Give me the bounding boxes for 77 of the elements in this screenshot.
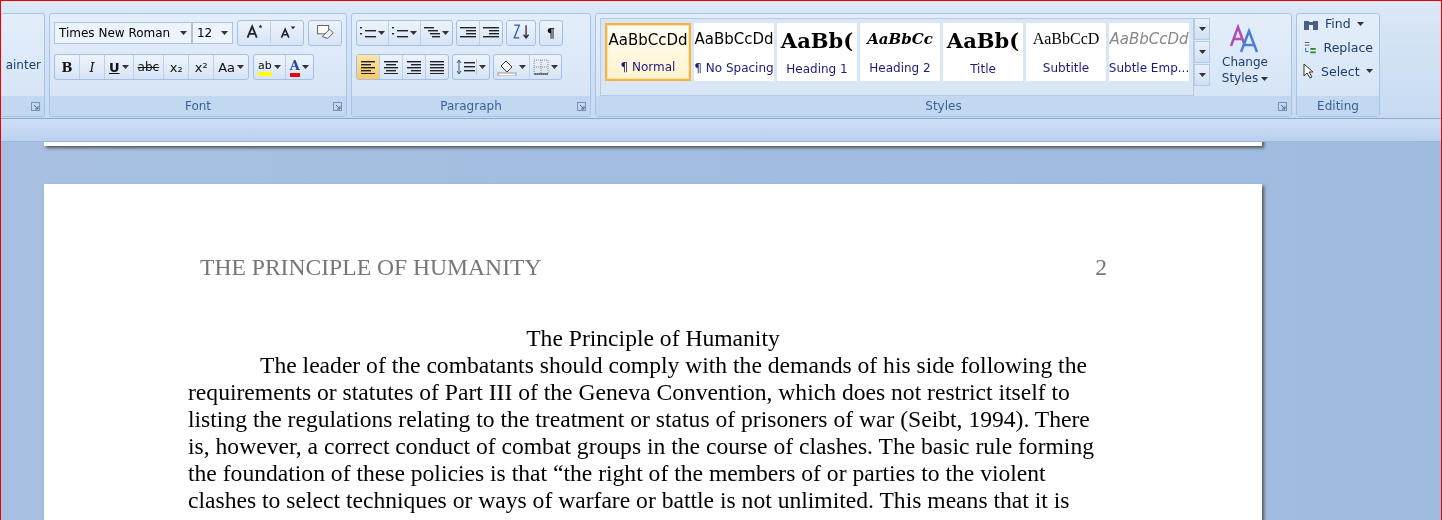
- group-label: Font: [184, 99, 212, 113]
- case-button[interactable]: Aa: [214, 55, 248, 79]
- strike-button[interactable]: abc: [133, 55, 165, 79]
- decrease-indent-icon: [460, 26, 476, 40]
- style-option[interactable]: AaBbCc Heading 2: [860, 23, 940, 81]
- replace-button[interactable]: Replace: [1303, 39, 1373, 55]
- paint-bucket-icon: [497, 58, 517, 76]
- dialog-launcher-icon[interactable]: [31, 102, 40, 111]
- dropdown-arrow-icon[interactable]: [179, 31, 187, 35]
- pointer-icon: [1303, 63, 1315, 79]
- bold-button[interactable]: B: [55, 55, 80, 79]
- style-option[interactable]: AaBb( Heading 1: [777, 23, 857, 81]
- align-left-icon: [360, 60, 376, 74]
- group-label: Styles: [925, 99, 962, 113]
- numbering-button[interactable]: [389, 21, 421, 45]
- group-label: Paragraph: [440, 99, 502, 113]
- line-spacing-button[interactable]: [452, 54, 490, 80]
- align-center-icon: [383, 60, 399, 74]
- select-button[interactable]: Select: [1303, 63, 1373, 79]
- change-styles-button[interactable]: Change Styles: [1210, 18, 1276, 96]
- dropdown-arrow-icon[interactable]: [479, 65, 486, 69]
- body-paragraph: The leader of the combatants should comply with the demands of his side following the requirements or statutes of Part III of the Geneva Convention, which does not restrict itself to listing the regulations relating to the treatment or status of prisoners of war (Seibt, 1994). There is, however, a correct conduct of combat groups in the course of clashes. The basic rule forming the foundation of these policies is that “the right of the members of or parties to the violent clashes to select techniques or ways of warfare or battle is not unlimited. This means that it is: [188, 352, 1096, 514]
- dropdown-arrow-icon[interactable]: [378, 31, 385, 35]
- numbered-list-icon: [392, 26, 408, 40]
- scroll-down-button[interactable]: [1194, 41, 1210, 63]
- bullet-list-icon: [360, 26, 376, 40]
- letters-a-icon: [1229, 24, 1261, 54]
- document-title: The Principle of Humanity: [525, 325, 781, 352]
- replace-icon: [1303, 39, 1318, 55]
- group-label: Editing: [1317, 99, 1359, 113]
- style-option[interactable]: AaBbCcDd Subtle Emp...: [1109, 23, 1189, 81]
- running-header: THE PRINCIPLE OF HUMANITY: [200, 254, 542, 281]
- sort-button[interactable]: [506, 20, 536, 46]
- dialog-launcher-icon[interactable]: [577, 102, 586, 111]
- dropdown-arrow-icon[interactable]: [410, 31, 417, 35]
- highlight-button[interactable]: ab: [254, 55, 286, 79]
- dropdown-arrow-icon[interactable]: [237, 65, 244, 69]
- line-spacing-icon: [456, 59, 477, 75]
- shading-button[interactable]: [494, 55, 530, 79]
- dialog-launcher-icon[interactable]: [333, 102, 342, 111]
- font-size-field[interactable]: 12: [191, 22, 233, 44]
- dropdown-arrow-icon[interactable]: [301, 65, 309, 69]
- align-left-button[interactable]: [357, 55, 380, 79]
- dropdown-arrow-icon[interactable]: [551, 65, 558, 69]
- scroll-down-icon[interactable]: [1198, 50, 1206, 54]
- dropdown-arrow-icon[interactable]: [273, 65, 281, 69]
- italic-button[interactable]: I: [80, 55, 105, 79]
- align-justify-icon: [429, 60, 445, 74]
- dropdown-arrow-icon[interactable]: [121, 65, 129, 69]
- multilevel-list-icon: [424, 26, 440, 40]
- page-number: 2: [1095, 254, 1107, 281]
- more-styles-button[interactable]: [1194, 64, 1210, 86]
- sup-button[interactable]: x²: [189, 55, 215, 79]
- format-painter-button[interactable]: ainter: [5, 58, 41, 72]
- font-name-field[interactable]: Times New Roman: [54, 22, 192, 44]
- increase-indent-icon: [483, 26, 499, 40]
- clear-formatting-button[interactable]: [308, 20, 342, 46]
- dropdown-arrow-icon[interactable]: [1261, 76, 1269, 81]
- dropdown-arrow-icon[interactable]: [442, 31, 449, 35]
- bullets-button[interactable]: [357, 21, 389, 45]
- sub-button[interactable]: x₂: [164, 55, 190, 79]
- style-option[interactable]: AaBbCcD Subtitle: [1026, 23, 1106, 81]
- dropdown-arrow-icon[interactable]: [519, 65, 526, 69]
- align-right-icon: [406, 60, 422, 74]
- font-color-button[interactable]: A: [285, 55, 313, 79]
- dropdown-arrow-icon[interactable]: [1356, 21, 1364, 26]
- style-option[interactable]: AaBb( Title: [943, 23, 1023, 81]
- style-option[interactable]: AaBbCcDd ¶ No Spacing: [694, 23, 774, 81]
- border-grid-icon: [533, 59, 549, 75]
- dropdown-arrow-icon[interactable]: [1365, 69, 1373, 73]
- dropdown-arrow-icon[interactable]: [221, 31, 228, 35]
- dialog-launcher-icon[interactable]: [1278, 102, 1287, 111]
- underline-button[interactable]: U: [105, 55, 134, 79]
- style-option[interactable]: AaBbCcDd ¶ Normal: [605, 23, 691, 81]
- more-icon[interactable]: [1198, 73, 1206, 77]
- find-button[interactable]: Find: [1303, 16, 1373, 31]
- show-formatting-button[interactable]: ¶: [539, 20, 563, 46]
